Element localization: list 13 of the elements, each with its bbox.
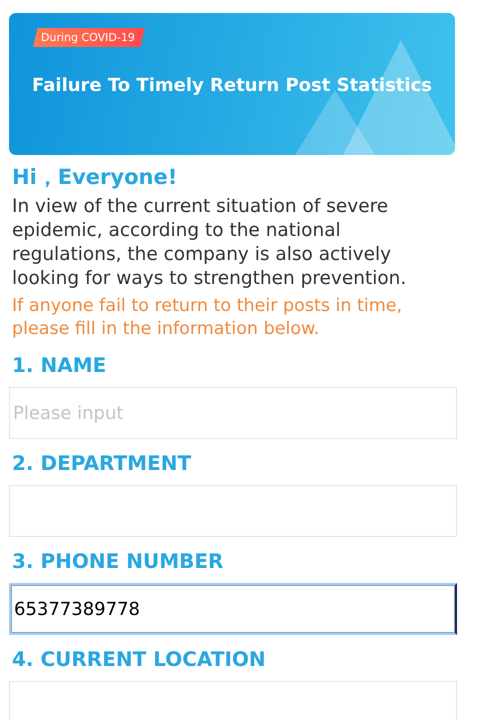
field-label: 4. CURRENT LOCATION: [12, 647, 266, 671]
covid-tag: During COVID-19: [33, 28, 145, 47]
input-field[interactable]: [9, 485, 457, 537]
input-field[interactable]: 65377389778: [9, 583, 457, 635]
input-field[interactable]: [9, 681, 457, 720]
field-label: 2. DEPARTMENT: [12, 451, 192, 475]
input-field[interactable]: Please input: [9, 387, 457, 439]
field-label: 1. NAME: [12, 353, 106, 377]
field-label: 3. PHONE NUMBER: [12, 549, 224, 573]
banner-title: Failure To Timely Return Post Statistics: [31, 75, 433, 96]
notice-paragraph: If anyone fail to return to their posts in time, please fill in the information below.: [12, 295, 404, 341]
greeting: Hi，Everyone!: [12, 164, 178, 191]
intro-paragraph: In view of the current situation of severe epidemic, according to the national regulations, the company is also actively looking for ways to strengthen prevention.: [12, 195, 408, 291]
